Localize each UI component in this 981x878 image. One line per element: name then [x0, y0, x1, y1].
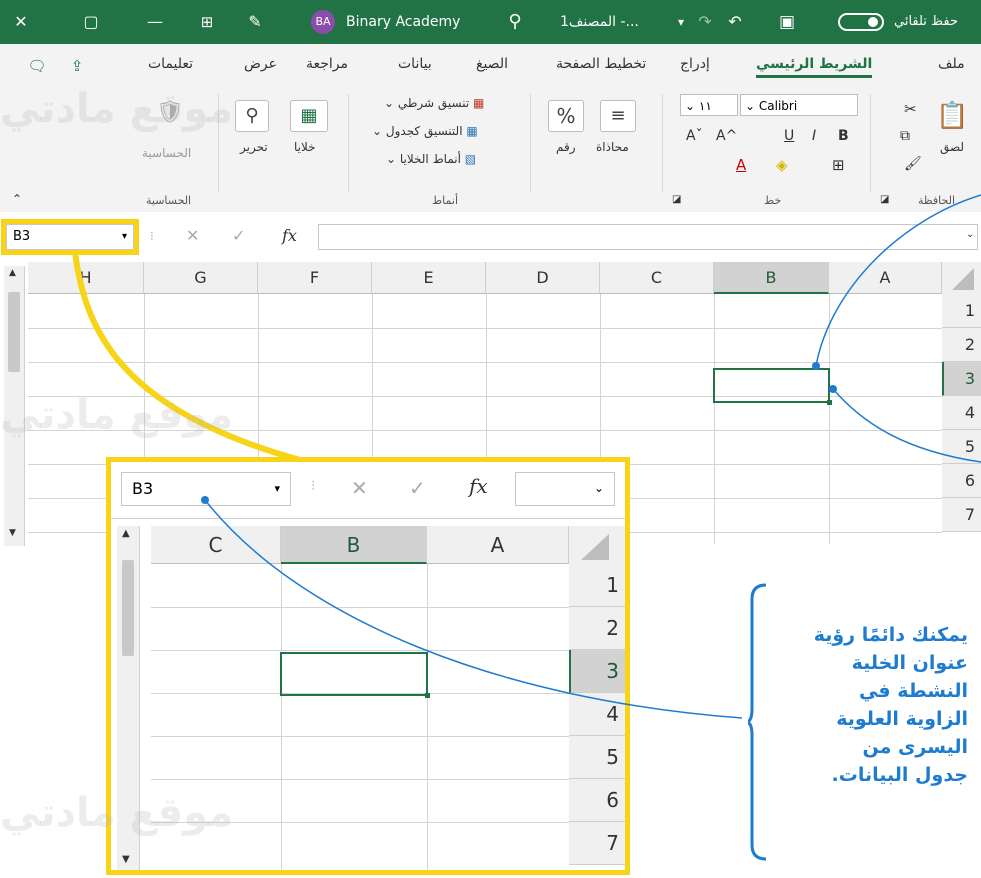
callout-text: يمكنك دائمًا رؤية عنوان الخلية النشطة في…	[813, 624, 968, 786]
callout: يمكنك دائمًا رؤية عنوان الخلية النشطة في…	[748, 583, 970, 861]
